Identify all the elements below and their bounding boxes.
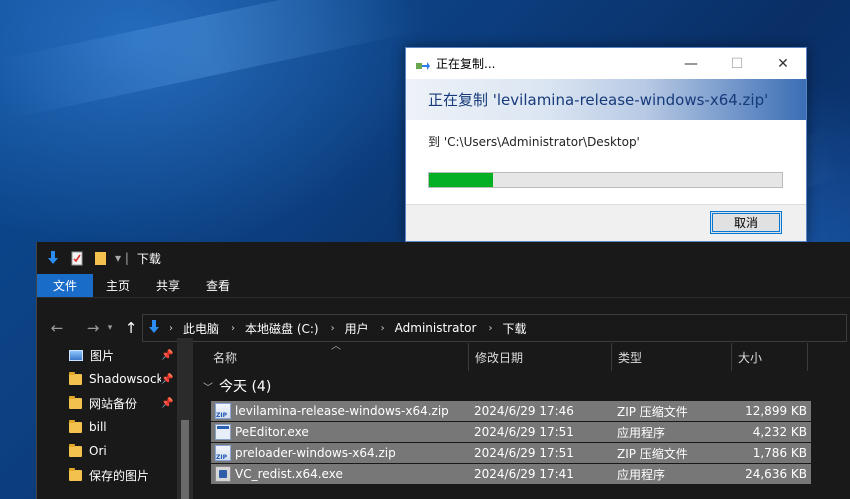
minimize-button[interactable]: — <box>668 48 714 79</box>
vc-installer-icon <box>215 466 231 482</box>
download-arrow-icon[interactable] <box>45 250 61 266</box>
quick-access-dropdown-icon[interactable]: ▾ | <box>115 251 129 265</box>
group-header-today[interactable]: ﹀ 今天 (4) <box>203 371 850 401</box>
explorer-titlebar[interactable]: ▾ | 下载 <box>37 242 850 274</box>
pin-icon[interactable]: 📌 <box>161 398 173 409</box>
new-folder-icon[interactable] <box>93 250 109 266</box>
copy-progress-fill <box>429 173 493 187</box>
cancel-button[interactable]: 取消 <box>710 211 782 234</box>
file-size: 4,232 KB <box>752 425 807 439</box>
tab-file[interactable]: 文件 <box>37 274 93 297</box>
address-bar: ← → ▾ ↑ › 此电脑 › 本地磁盘 (C:) › 用户 › Adminis… <box>37 312 850 344</box>
file-type: 应用程序 <box>617 425 666 440</box>
copy-files-icon <box>416 57 430 71</box>
file-explorer-window: ▾ | 下载 文件 主页 共享 查看 ← → ▾ ↑ › 此电脑 › 本地磁盘 … <box>36 242 850 499</box>
download-folder-icon <box>147 319 161 338</box>
copy-destination: 到 'C:\Users\Administrator\Desktop' <box>428 135 640 149</box>
navigation-scrollbar[interactable] <box>177 338 193 499</box>
file-date: 2024/6/29 17:51 <box>474 446 574 460</box>
tab-share[interactable]: 共享 <box>143 274 193 297</box>
folder-icon <box>69 395 82 409</box>
table-row[interactable]: PeEditor.exe 2024/6/29 17:51 应用程序 4,232 … <box>211 422 811 443</box>
collapse-chevron-icon[interactable]: ﹀ <box>203 379 213 394</box>
nav-item-label: Ori <box>89 444 107 458</box>
breadcrumb-this-pc[interactable]: 此电脑 <box>183 320 219 337</box>
file-list: ︿ 名称 修改日期 类型 大小 ﹀ 今天 (4) levilamina-rele… <box>203 341 850 499</box>
ribbon-tabs: 文件 主页 共享 查看 <box>37 274 850 298</box>
up-arrow-icon[interactable]: ↑ <box>119 319 143 337</box>
file-type: ZIP 压缩文件 <box>617 404 688 419</box>
breadcrumb-downloads[interactable]: 下载 <box>502 320 526 337</box>
window-title: 下载 <box>136 251 161 266</box>
scrollbar-thumb[interactable] <box>181 420 189 499</box>
breadcrumb-chevron-icon[interactable]: › <box>331 323 335 334</box>
nav-item-label: 保存的图片 <box>89 468 150 483</box>
file-date: 2024/6/29 17:41 <box>474 467 574 481</box>
sort-ascending-icon: ︿ <box>331 341 341 352</box>
table-row[interactable]: levilamina-release-windows-x64.zip 2024/… <box>211 401 811 422</box>
copy-dialog-footer: 取消 <box>406 204 806 241</box>
copy-banner: 正在复制 'levilamina-release-windows-x64.zip… <box>406 79 806 120</box>
breadcrumb-chevron-icon[interactable]: › <box>169 323 173 334</box>
nav-item-label: Shadowsock <box>89 372 161 386</box>
file-name: VC_redist.x64.exe <box>235 467 343 481</box>
copy-progress-bar <box>428 172 783 188</box>
file-type: ZIP 压缩文件 <box>617 446 688 461</box>
column-date-modified[interactable]: 修改日期 <box>469 343 612 371</box>
back-arrow-icon[interactable]: ← <box>45 319 69 337</box>
breadcrumb-chevron-icon[interactable]: › <box>381 323 385 334</box>
folder-icon <box>69 443 82 457</box>
maximize-button[interactable]: ☐ <box>714 48 760 79</box>
tab-home[interactable]: 主页 <box>93 274 143 297</box>
file-size: 24,636 KB <box>745 467 807 481</box>
file-name: levilamina-release-windows-x64.zip <box>235 404 449 418</box>
tab-view[interactable]: 查看 <box>193 274 243 297</box>
copy-dialog-titlebar[interactable]: 正在复制... — ☐ ✕ <box>406 48 806 79</box>
file-type: 应用程序 <box>617 467 666 482</box>
column-header: ︿ 名称 修改日期 类型 大小 <box>207 341 850 371</box>
file-name: PeEditor.exe <box>235 425 309 439</box>
breadcrumb[interactable]: › 此电脑 › 本地磁盘 (C:) › 用户 › Administrator ›… <box>142 314 847 342</box>
breadcrumb-local-disk[interactable]: 本地磁盘 (C:) <box>245 320 319 337</box>
properties-icon[interactable] <box>69 250 85 266</box>
column-type[interactable]: 类型 <box>612 343 732 371</box>
nav-item-label: 网站备份 <box>89 396 138 411</box>
breadcrumb-chevron-icon[interactable]: › <box>231 323 235 334</box>
pin-icon[interactable]: 📌 <box>161 350 173 361</box>
nav-item-label: 图片 <box>90 348 115 363</box>
breadcrumb-administrator[interactable]: Administrator <box>395 321 477 335</box>
file-name: preloader-windows-x64.zip <box>235 446 396 460</box>
breadcrumb-chevron-icon[interactable]: › <box>488 323 492 334</box>
folder-icon <box>69 419 82 433</box>
copy-dialog-title: 正在复制... <box>436 57 496 71</box>
folder-icon <box>69 371 82 385</box>
file-size: 1,786 KB <box>752 446 807 460</box>
file-size: 12,899 KB <box>745 404 807 418</box>
breadcrumb-users[interactable]: 用户 <box>345 320 369 337</box>
copy-progress-dialog: 正在复制... — ☐ ✕ 正在复制 'levilamina-release-w… <box>405 47 807 242</box>
forward-arrow-icon[interactable]: → <box>81 319 105 337</box>
close-button[interactable]: ✕ <box>760 48 806 79</box>
table-row[interactable]: VC_redist.x64.exe 2024/6/29 17:41 应用程序 2… <box>211 464 811 485</box>
exe-icon <box>215 424 231 440</box>
pin-icon[interactable]: 📌 <box>161 374 173 385</box>
table-row[interactable]: preloader-windows-x64.zip 2024/6/29 17:5… <box>211 443 811 464</box>
column-size[interactable]: 大小 <box>732 343 808 371</box>
file-date: 2024/6/29 17:46 <box>474 404 574 418</box>
folder-icon <box>69 467 82 481</box>
pictures-icon <box>69 349 83 361</box>
zip-icon <box>215 403 231 419</box>
wallpaper-light-ray <box>0 0 418 120</box>
file-date: 2024/6/29 17:51 <box>474 425 574 439</box>
nav-item-label: bill <box>89 420 107 434</box>
recent-locations-chevron-icon[interactable]: ▾ <box>105 323 115 333</box>
zip-icon <box>215 445 231 461</box>
group-label: 今天 (4) <box>219 379 272 395</box>
